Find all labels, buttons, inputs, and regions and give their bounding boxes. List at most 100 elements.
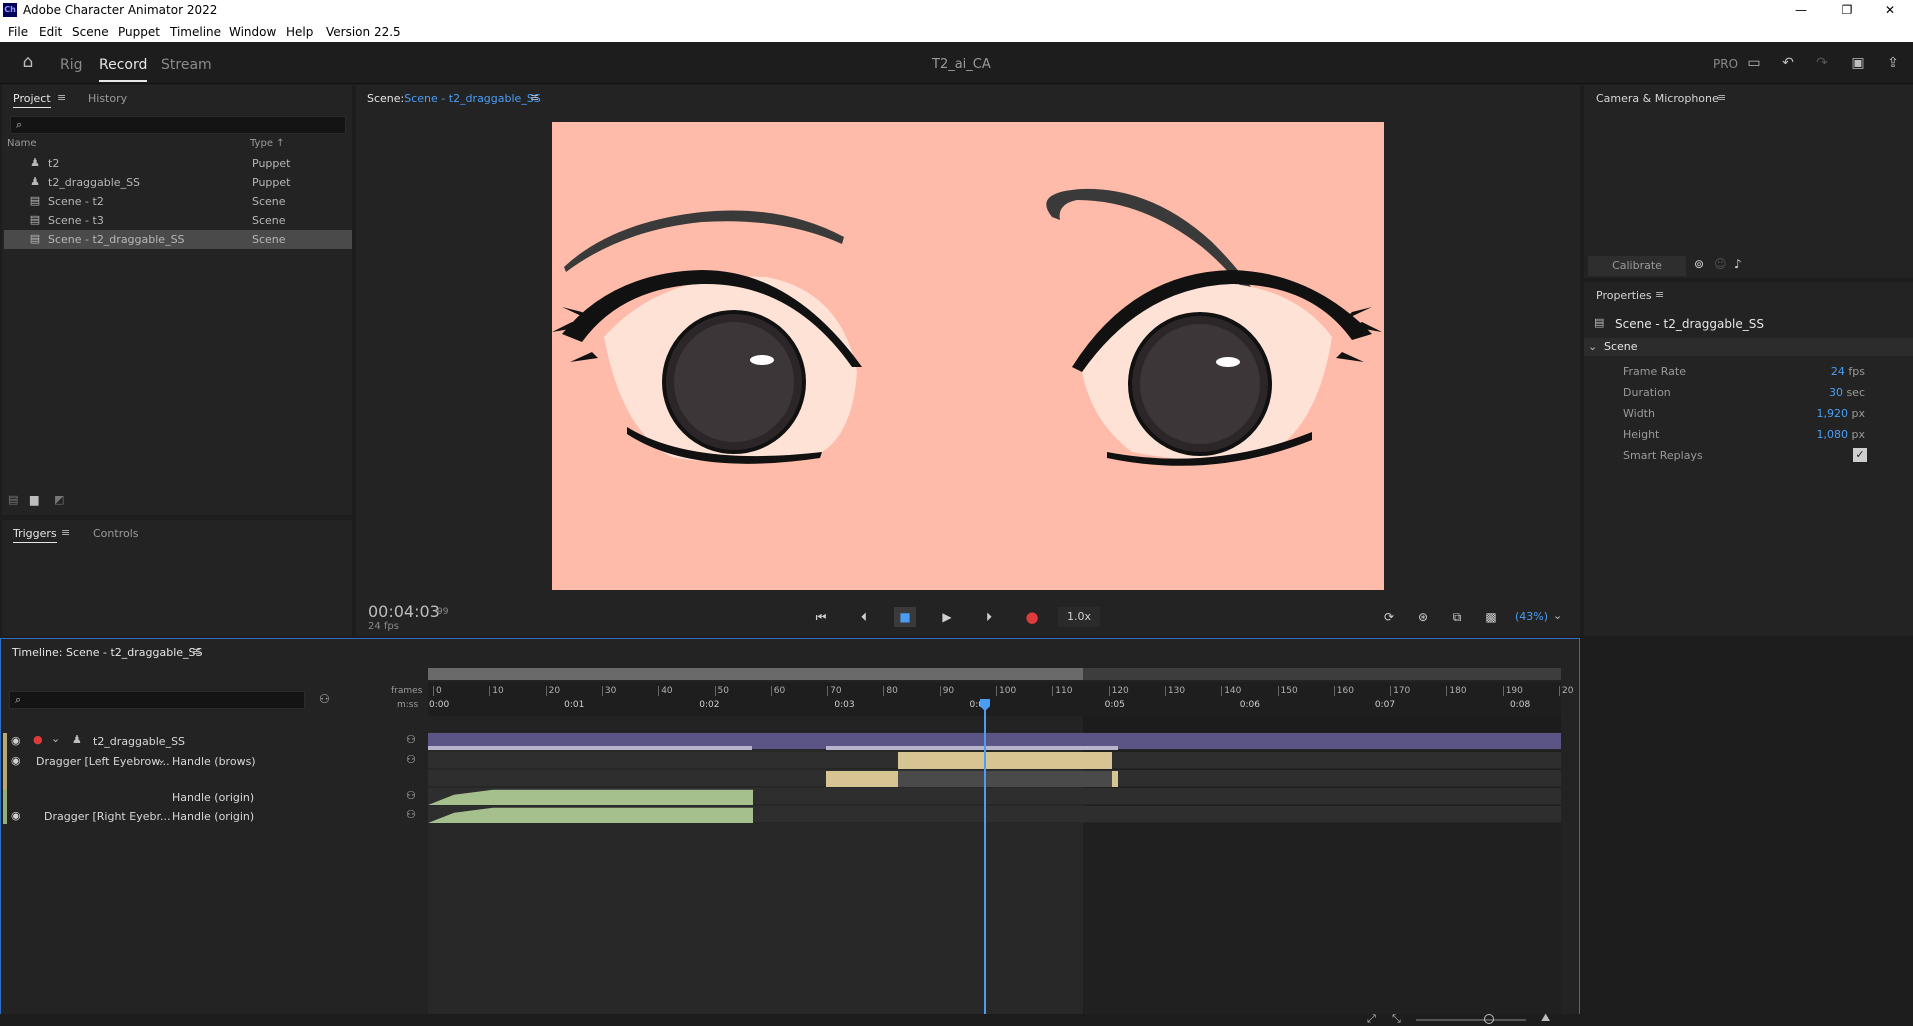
tab-controls[interactable]: Controls bbox=[93, 527, 139, 540]
menu-help[interactable]: Help bbox=[286, 25, 313, 39]
record-button[interactable]: ● bbox=[1021, 607, 1043, 627]
undo-icon[interactable]: ↶ bbox=[1778, 54, 1798, 72]
column-name[interactable]: Name bbox=[7, 138, 37, 149]
project-item[interactable]: ♟ t2_draggable_SS Puppet bbox=[4, 173, 352, 192]
playhead[interactable] bbox=[984, 700, 986, 1014]
face-tracking-icon[interactable]: ⊛ bbox=[1412, 607, 1434, 627]
play-button[interactable]: ▶ bbox=[936, 607, 958, 627]
project-item[interactable]: ♟ t2 Puppet bbox=[4, 154, 352, 173]
camera-menu-icon[interactable]: ≡ bbox=[1717, 91, 1726, 104]
column-type[interactable]: Type ↑ bbox=[250, 138, 285, 149]
zoom-level[interactable]: (43%) bbox=[1515, 610, 1548, 623]
close-button[interactable]: ✕ bbox=[1867, 0, 1913, 21]
ruler-time-tick: 0:06 bbox=[1239, 700, 1260, 710]
take-block-muted[interactable] bbox=[898, 771, 1112, 787]
step-forward-button[interactable]: ⏵ bbox=[978, 607, 1000, 627]
share-icon[interactable]: ⇪ bbox=[1883, 54, 1903, 72]
expand-icon[interactable]: ⤢ bbox=[1367, 1012, 1376, 1026]
tab-history[interactable]: History bbox=[88, 92, 127, 105]
camera-icon[interactable]: ⊚ bbox=[1694, 257, 1704, 271]
menu-edit[interactable]: Edit bbox=[39, 25, 62, 39]
project-item[interactable]: ▤ Scene - t2 Scene bbox=[4, 192, 352, 211]
pro-label[interactable]: PRO bbox=[1713, 57, 1738, 71]
visibility-eye-icon[interactable]: ◉ bbox=[11, 734, 21, 747]
menu-timeline[interactable]: Timeline bbox=[170, 25, 221, 39]
new-folder-icon[interactable]: ▆ bbox=[30, 493, 38, 506]
project-menu-icon[interactable]: ≡ bbox=[57, 91, 66, 104]
handle-icon[interactable]: ⚇ bbox=[406, 733, 416, 746]
step-back-button[interactable]: ⏴ bbox=[853, 607, 875, 627]
project-item-selected[interactable]: ▤ Scene - t2_draggable_SS Scene bbox=[4, 230, 352, 249]
zoom-slider[interactable] bbox=[1416, 1019, 1526, 1021]
tab-project[interactable]: Project bbox=[13, 92, 51, 108]
stop-button[interactable]: ■ bbox=[894, 607, 916, 627]
collapse-icon[interactable]: ⤡ bbox=[1392, 1012, 1401, 1026]
scene-menu-icon[interactable]: ≡ bbox=[530, 91, 539, 104]
frame-rate-value[interactable]: 24 fps bbox=[1831, 365, 1865, 378]
width-value[interactable]: 1,920 px bbox=[1817, 407, 1866, 420]
project-search-input[interactable]: ⌕ bbox=[10, 116, 346, 134]
refresh-icon[interactable]: ⟳ bbox=[1378, 607, 1400, 627]
go-to-start-button[interactable]: ⏮ bbox=[810, 607, 832, 627]
tab-stream[interactable]: Stream bbox=[161, 57, 212, 73]
new-item-icon[interactable]: ◩ bbox=[54, 493, 64, 506]
cast-icon[interactable]: ⧉ bbox=[1446, 607, 1468, 627]
height-value[interactable]: 1,080 px bbox=[1817, 428, 1866, 441]
minimize-button[interactable]: — bbox=[1778, 0, 1824, 21]
take-block-end[interactable] bbox=[1112, 771, 1118, 787]
duration-value[interactable]: 30 sec bbox=[1829, 386, 1865, 399]
track-puppet-name[interactable]: t2_draggable_SS bbox=[93, 735, 185, 748]
menu-scene[interactable]: Scene bbox=[72, 25, 109, 39]
chevron-down-icon[interactable]: ⌄ bbox=[157, 753, 166, 766]
body-tracking-icon[interactable]: ☺ bbox=[1714, 257, 1727, 271]
handle-icon[interactable]: ⚇ bbox=[406, 808, 416, 821]
handle-icon[interactable]: ⚇ bbox=[406, 789, 416, 802]
handle-filter-icon[interactable]: ⚇ bbox=[319, 692, 330, 706]
tab-triggers[interactable]: Triggers bbox=[13, 527, 57, 543]
tab-rig[interactable]: Rig bbox=[60, 57, 83, 73]
smart-replays-checkbox[interactable]: ✓ bbox=[1853, 448, 1867, 462]
track-dragger-left-eyebrow[interactable]: Dragger [Left Eyebrow... bbox=[36, 755, 170, 768]
record-arm-icon[interactable]: ● bbox=[33, 733, 43, 746]
tab-record[interactable]: Record bbox=[99, 57, 148, 82]
playback-speed[interactable]: 1.0x bbox=[1058, 607, 1100, 627]
calibrate-button[interactable]: Calibrate bbox=[1588, 256, 1686, 276]
project-item[interactable]: ▤ Scene - t3 Scene bbox=[4, 211, 352, 230]
take-range-bar bbox=[826, 746, 1118, 750]
zoom-dropdown-icon[interactable]: ⌄ bbox=[1553, 609, 1562, 622]
handle-brows-label: Handle (brows) bbox=[172, 755, 256, 768]
background-icon[interactable]: ▩ bbox=[1480, 607, 1502, 627]
zoom-in-icon[interactable]: ⛰ bbox=[1541, 1011, 1550, 1025]
scene-section-header[interactable]: ⌄ Scene bbox=[1584, 338, 1913, 356]
visibility-eye-icon[interactable]: ◉ bbox=[11, 754, 21, 767]
zoom-slider-thumb[interactable] bbox=[1484, 1014, 1494, 1024]
menu-file[interactable]: File bbox=[8, 25, 28, 39]
triggers-panel: Triggers ≡ Controls bbox=[2, 520, 352, 636]
frame-counter: 99 bbox=[437, 607, 449, 617]
chevron-down-icon[interactable]: ⌄ bbox=[51, 732, 60, 745]
panel-layout-icon[interactable]: ▭ bbox=[1744, 54, 1764, 72]
handle-origin-label: Handle (origin) bbox=[172, 791, 255, 804]
work-area-range[interactable] bbox=[428, 668, 1083, 680]
menu-puppet[interactable]: Puppet bbox=[118, 25, 160, 39]
feedback-icon[interactable]: ▣ bbox=[1848, 54, 1868, 72]
scene-name-link[interactable]: Scene - t2_draggable_SS bbox=[404, 92, 541, 105]
timeline-search-input[interactable]: ⌕ bbox=[9, 691, 305, 709]
home-icon[interactable]: ⌂ bbox=[18, 53, 38, 71]
visibility-eye-icon[interactable]: ◉ bbox=[11, 809, 21, 822]
new-scene-icon[interactable]: ▤ bbox=[8, 493, 18, 506]
handle-icon[interactable]: ⚇ bbox=[406, 753, 416, 766]
properties-menu-icon[interactable]: ≡ bbox=[1655, 288, 1664, 301]
timeline-menu-icon[interactable]: ≡ bbox=[192, 645, 201, 658]
microphone-icon[interactable]: ♪ bbox=[1734, 257, 1742, 271]
redo-icon[interactable]: ↷ bbox=[1812, 54, 1832, 72]
track-dragger-right-eyebrow[interactable]: Dragger [Right Eyebr... bbox=[44, 810, 170, 823]
triggers-menu-icon[interactable]: ≡ bbox=[61, 526, 70, 539]
ruler-time-tick: 0:03 bbox=[834, 700, 855, 710]
menu-window[interactable]: Window bbox=[229, 25, 276, 39]
take-block[interactable] bbox=[898, 752, 1112, 769]
maximize-button[interactable]: ❐ bbox=[1824, 0, 1870, 21]
take-block[interactable] bbox=[826, 771, 898, 787]
scene-canvas[interactable] bbox=[552, 122, 1384, 590]
left-eyebrow[interactable] bbox=[564, 210, 844, 272]
